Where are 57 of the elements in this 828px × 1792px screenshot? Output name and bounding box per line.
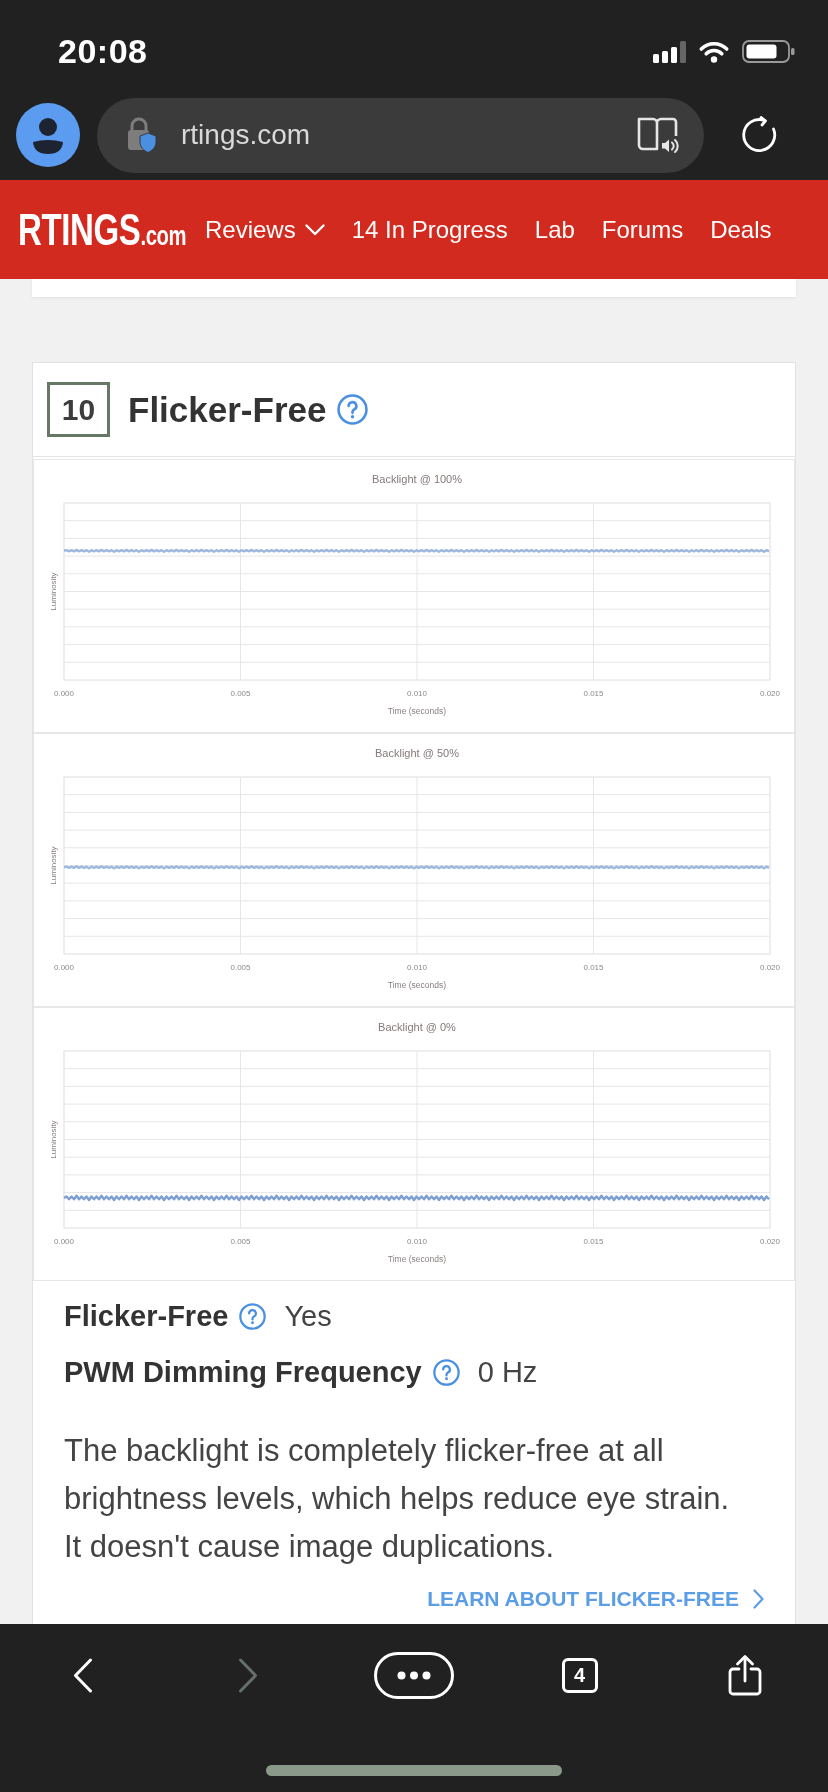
ellipsis-icon [397,1670,431,1680]
reload-icon[interactable] [741,116,779,154]
axis-title: Time (seconds) [387,706,447,716]
x-tick-label: 0.005 [230,1237,251,1246]
wifi-icon [698,40,730,63]
x-tick-label: 0.010 [407,689,427,698]
result-value: 0 Hz [477,1355,538,1389]
x-tick-label: 0.015 [583,689,604,698]
chevron-left-icon[interactable] [72,1657,93,1693]
learn-more-link[interactable]: LEARN ABOUT FLICKER-FREE [427,1585,764,1613]
lock-shield-icon [127,117,157,153]
address-field[interactable]: rtings.com [97,97,704,173]
chevron-down-icon [304,223,325,236]
nav-link[interactable]: Lab [534,215,575,244]
nav-link[interactable]: Deals [710,215,772,244]
x-tick-label: 0.015 [583,963,604,972]
x-tick-label: 0.020 [760,689,780,698]
section-title: Flicker-Free [128,389,327,430]
battery-icon [742,40,795,63]
score-badge: 10 [47,382,110,437]
tabs-button[interactable]: 4 [561,1657,598,1693]
site-logo[interactable]: RTINGS.com [18,207,187,252]
x-tick-label: 0.010 [407,963,427,972]
avatar-icon[interactable] [16,103,80,167]
x-tick-label: 0.005 [230,689,251,698]
chevron-right-icon [753,1589,764,1609]
axis-title: Time (seconds) [387,1254,447,1264]
axis-title: Luminosity [49,572,58,611]
result-label: Flicker-Free [64,1299,229,1333]
nav-link[interactable]: 14 In Progress [351,215,508,244]
x-tick-label: 0.020 [760,963,780,972]
x-tick-label: 0.005 [230,963,251,972]
axis-title: Luminosity [49,846,58,885]
x-tick-label: 0.000 [54,963,74,972]
help-icon[interactable] [432,1358,460,1386]
nav-link[interactable]: Forums [601,215,684,244]
chart-title: Backlight @ 50% [375,747,459,759]
book-speaker-icon[interactable] [636,116,680,154]
nav-link[interactable]: Reviews [205,215,325,244]
chart-title: Backlight @ 0% [378,1021,456,1033]
status-time: 20:08 [58,32,148,71]
x-tick-label: 0.000 [54,1237,74,1246]
share-icon[interactable] [727,1654,764,1696]
x-tick-label: 0.000 [54,689,74,698]
signal-icon [653,40,686,63]
axis-title: Luminosity [49,1120,58,1159]
chart-title: Backlight @ 100% [372,473,462,485]
x-tick-label: 0.015 [583,1237,604,1246]
x-tick-label: 0.020 [760,1237,780,1246]
result-value: Yes [284,1299,332,1333]
description-text: The backlight is completely flicker-free at all brightness levels, which helps reduce eye strain. It doesn't cause image duplications. [64,1432,731,1566]
help-icon[interactable] [337,394,369,425]
help-icon[interactable] [239,1302,267,1330]
x-tick-label: 0.010 [407,1237,427,1246]
result-label: PWM Dimming Frequency [64,1355,422,1389]
more-button[interactable] [374,1651,454,1699]
axis-title: Time (seconds) [387,980,447,990]
